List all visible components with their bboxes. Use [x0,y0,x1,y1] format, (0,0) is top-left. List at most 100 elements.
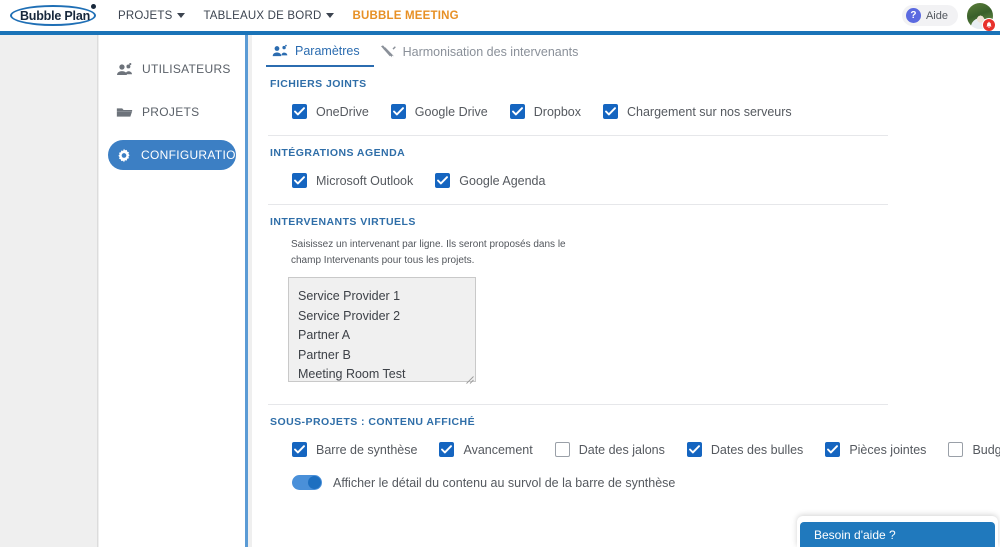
tab-parametres[interactable]: Paramètres [266,36,374,67]
checkbox-item-google-agenda[interactable]: Google Agenda [435,173,545,188]
checkbox-checked-icon[interactable] [439,442,455,457]
checkbox-label: Avancement [463,442,533,457]
checkbox-item-google-drive[interactable]: Google Drive [390,104,488,119]
sidebar-item-label: PROJETS [142,105,200,119]
virtual-participants-textarea-wrap: Service Provider 1 Service Provider 2 Pa… [288,277,476,384]
checkbox-label: OneDrive [316,104,369,119]
section-title-attachments: FICHIERS JOINTS [270,78,367,90]
checkbox-item-pieces-jointes[interactable]: Pièces jointes [825,442,926,457]
app-window: Bubble Plan PROJETS TABLEAUX DE BORD BUB… [0,0,1000,547]
sidebar-item-projets[interactable]: PROJETS [108,97,236,127]
textarea-line: Partner B [298,347,351,362]
checkbox-item-onedrive[interactable]: OneDrive [292,104,369,119]
virtual-participants-textarea[interactable]: Service Provider 1 Service Provider 2 Pa… [288,277,476,382]
checkbox-item-microsoft-outlook[interactable]: Microsoft Outlook [292,173,413,188]
checkbox-label: Microsoft Outlook [316,173,414,188]
section-title-subprojects: SOUS-PROJETS : CONTENU AFFICHÉ [270,416,476,428]
checkbox-checked-icon[interactable] [603,104,618,119]
users-icon [116,62,133,77]
checkbox-checked-icon[interactable] [292,104,307,119]
checkbox-label: Google Drive [414,104,488,119]
nav-item-projets[interactable]: PROJETS [118,9,186,22]
main-content: Paramètres Harmonisation des intervenant… [252,35,1000,547]
checkbox-checked-icon[interactable] [292,442,307,457]
checkbox-label: Budget [972,442,1000,457]
bell-icon[interactable] [982,17,996,32]
hover-detail-toggle-row: Afficher le détail du contenu au survol … [292,475,1000,490]
checkbox-label: Chargement sur nos serveurs [627,104,792,119]
sidebar-item-configuration[interactable]: CONFIGURATION [108,140,244,170]
sidebar-item-label: UTILISATEURS [142,62,231,76]
folder-icon [116,105,133,120]
app-logo[interactable]: Bubble Plan [8,3,102,29]
header-actions: ? Aide [901,1,1000,32]
checkbox-checked-icon[interactable] [825,442,841,457]
checkbox-checked-icon[interactable] [390,104,406,119]
checkbox-checked-icon[interactable] [292,173,307,188]
tools-icon [380,44,396,59]
checkbox-checked-icon[interactable] [435,173,451,188]
checkbox-item-dates-des-bulles[interactable]: Dates des bulles [686,442,804,457]
help-button[interactable]: ? Aide [901,5,958,26]
avatar[interactable] [966,1,996,32]
textarea-line: Meeting Room Test [298,367,406,382]
checkbox-item-dropbox[interactable]: Dropbox [509,104,581,119]
nav-label: PROJETS [118,9,173,22]
toggle-knob [308,476,321,489]
section-title-virtual-participants: INTERVENANTS VIRTUELS [270,216,416,228]
nav-label: TABLEAUX DE BORD [203,9,322,22]
section-divider [268,404,888,405]
hover-detail-toggle-label: Afficher le détail du contenu au survol … [333,475,676,490]
chevron-down-icon [177,13,186,18]
sidebar: UTILISATEURS PROJETS CONFIGURATION [99,35,248,547]
resize-handle-icon[interactable] [465,371,474,384]
hover-detail-toggle[interactable] [292,475,322,490]
textarea-line: Service Provider 1 [298,289,401,303]
textarea-line: Service Provider 2 [298,308,401,323]
checkbox-label: Pièces jointes [849,442,927,457]
checkbox-label: Google Agenda [459,173,546,188]
checkbox-unchecked-icon[interactable] [948,442,964,457]
left-rail [0,35,98,547]
tab-harmonisation-des-intervenants[interactable]: Harmonisation des intervenants [374,36,593,67]
checkbox-item-date-des-jalons[interactable]: Date des jalons [554,442,665,457]
checkbox-item-barre-de-synthese[interactable]: Barre de synthèse [292,442,417,457]
main-nav: PROJETS TABLEAUX DE BORD BUBBLE MEETING [118,10,459,22]
checkbox-label: Date des jalons [578,442,665,457]
sidebar-item-utilisateurs[interactable]: UTILISATEURS [108,54,236,84]
checkbox-label: Dates des bulles [710,442,804,457]
checkbox-unchecked-icon[interactable] [554,442,570,457]
nav-label: BUBBLE MEETING [352,9,459,22]
virtual-participants-help-text: Saisissez un intervenant par ligne. Ils … [291,239,566,266]
nav-item-tableaux-de-bord[interactable]: TABLEAUX DE BORD [203,9,335,22]
subprojects-checkbox-row: Barre de synthèse Avancement Date des ja… [292,442,1000,457]
checkbox-item-avancement[interactable]: Avancement [439,442,533,457]
checkbox-item-budget[interactable]: Budget [948,442,1000,457]
checkbox-label: Barre de synthèse [316,442,418,457]
checkbox-item-chargement-serveurs[interactable]: Chargement sur nos serveurs [603,104,792,119]
chevron-down-icon [326,13,335,18]
attachments-checkbox-row: OneDrive Google Drive Dropbox Chargement… [292,104,1000,119]
body-area: UTILISATEURS PROJETS CONFIGURATION Param… [0,35,1000,547]
need-help-button[interactable]: Besoin d'aide ? [800,522,995,547]
checkbox-checked-icon[interactable] [509,104,525,119]
textarea-line: Partner A [298,328,351,343]
top-header: Bubble Plan PROJETS TABLEAUX DE BORD BUB… [0,0,1000,32]
users-settings-icon [272,44,288,58]
section-divider [268,135,888,136]
calendar-checkbox-row: Microsoft Outlook Google Agenda [292,173,1000,188]
checkbox-checked-icon[interactable] [686,442,702,457]
sidebar-item-label: CONFIGURATION [141,148,245,162]
logo-dot-icon [91,3,96,9]
tab-label: Paramètres [295,43,360,58]
logo-text: Bubble Plan [19,8,91,23]
need-help-label: Besoin d'aide ? [814,527,896,542]
checkbox-label: Dropbox [533,104,581,119]
tab-label: Harmonisation des intervenants [402,44,579,59]
question-mark-icon: ? [905,8,921,23]
section-title-calendar: INTÉGRATIONS AGENDA [270,147,406,159]
tab-bar: Paramètres Harmonisation des intervenant… [252,35,1000,67]
section-divider [268,204,888,205]
nav-item-bubble-meeting[interactable]: BUBBLE MEETING [352,10,458,22]
gear-icon [116,148,132,163]
